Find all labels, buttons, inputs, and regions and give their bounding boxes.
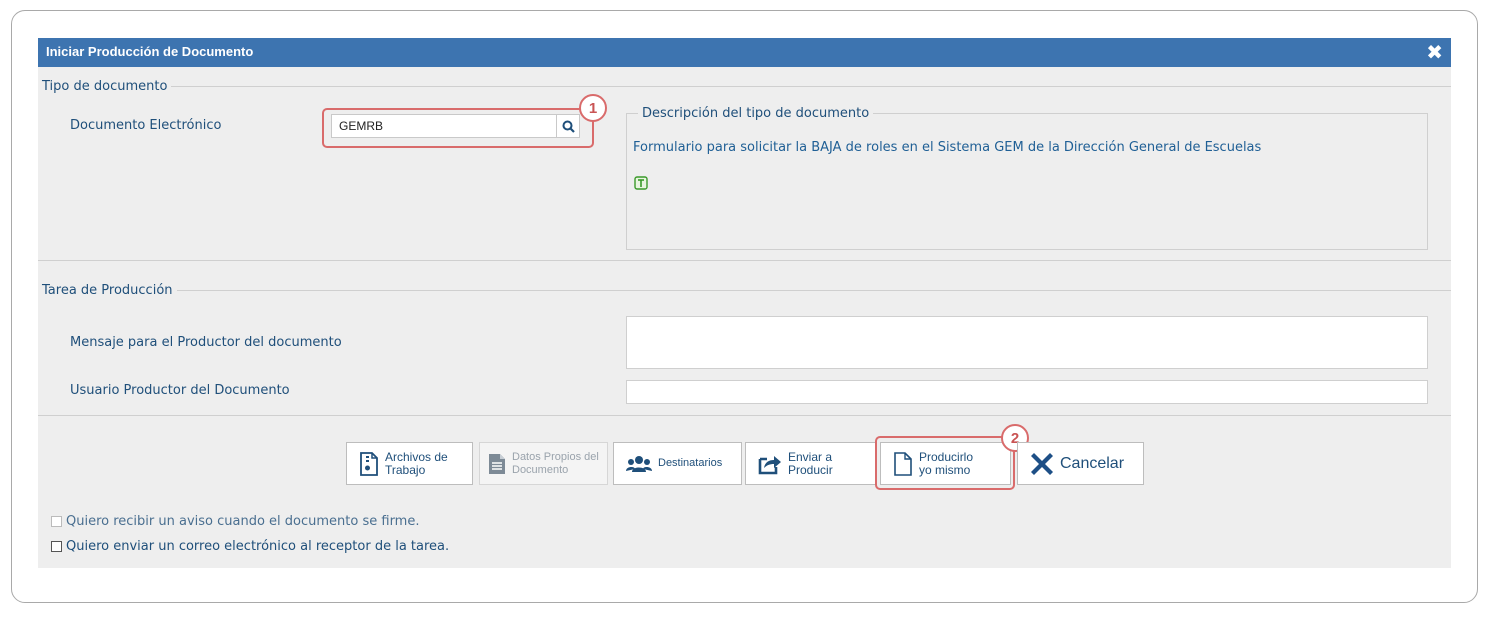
cancelar-label: Cancelar: [1060, 455, 1125, 472]
correo-checkbox[interactable]: [51, 541, 62, 552]
usuario-input[interactable]: [626, 380, 1428, 404]
destinatarios-button[interactable]: Destinatarios: [613, 442, 742, 485]
dialog-titlebar: Iniciar Producción de Documento ✖: [38, 38, 1451, 67]
legend-tipo-documento: Tipo de documento: [38, 79, 172, 94]
descripcion-legend: Descripción del tipo de documento: [638, 106, 874, 121]
legend-tarea-produccion: Tarea de Producción: [38, 283, 177, 298]
destinatarios-label: Destinatarios: [658, 457, 723, 469]
archivos-trabajo-button[interactable]: Archivos de Trabajo: [346, 442, 473, 485]
enviar-producir-label: Enviar a Producir: [788, 449, 833, 477]
section-divider: [38, 415, 1451, 416]
dialog-title: Iniciar Producción de Documento: [46, 44, 254, 59]
section-divider: [38, 260, 1451, 261]
annotation-badge-1: 1: [579, 94, 607, 122]
documento-electronico-label: Documento Electrónico: [70, 118, 222, 133]
datos-propios-button[interactable]: Datos Propios del Documento: [479, 442, 608, 485]
cancel-x-icon: [1030, 452, 1054, 476]
users-icon: [626, 455, 652, 473]
aviso-label: Quiero recibir un aviso cuando el docume…: [66, 514, 420, 529]
mensaje-label: Mensaje para el Productor del documento: [70, 335, 342, 350]
dialog-iniciar-produccion: Iniciar Producción de Documento ✖ Tipo d…: [38, 38, 1451, 568]
checkbox-row-correo: Quiero enviar un correo electrónico al r…: [51, 539, 449, 554]
document-lines-icon: [488, 453, 506, 475]
archivos-trabajo-label: Archivos de Trabajo: [385, 449, 448, 477]
archive-icon: [359, 451, 379, 476]
template-icon[interactable]: [634, 175, 648, 194]
checkbox-row-aviso: Quiero recibir un aviso cuando el docume…: [51, 514, 419, 529]
aviso-checkbox[interactable]: [51, 516, 62, 527]
fieldset-border: [38, 290, 1451, 291]
descripcion-box: [626, 113, 1428, 250]
highlight-box-2: [875, 436, 1015, 490]
correo-label: Quiero enviar un correo electrónico al r…: [66, 539, 450, 554]
usuario-label: Usuario Productor del Documento: [70, 383, 290, 398]
cancelar-button[interactable]: Cancelar: [1017, 442, 1144, 485]
datos-propios-label: Datos Propios del Documento: [512, 450, 599, 476]
enviar-producir-button[interactable]: Enviar a Producir: [745, 442, 876, 485]
close-icon[interactable]: ✖: [1426, 41, 1443, 63]
descripcion-text: Formulario para solicitar la BAJA de rol…: [633, 140, 1262, 155]
mensaje-textarea[interactable]: [626, 316, 1428, 369]
share-arrow-icon: [758, 453, 782, 475]
highlight-box-1: [322, 108, 594, 148]
fieldset-border: [38, 86, 1451, 87]
